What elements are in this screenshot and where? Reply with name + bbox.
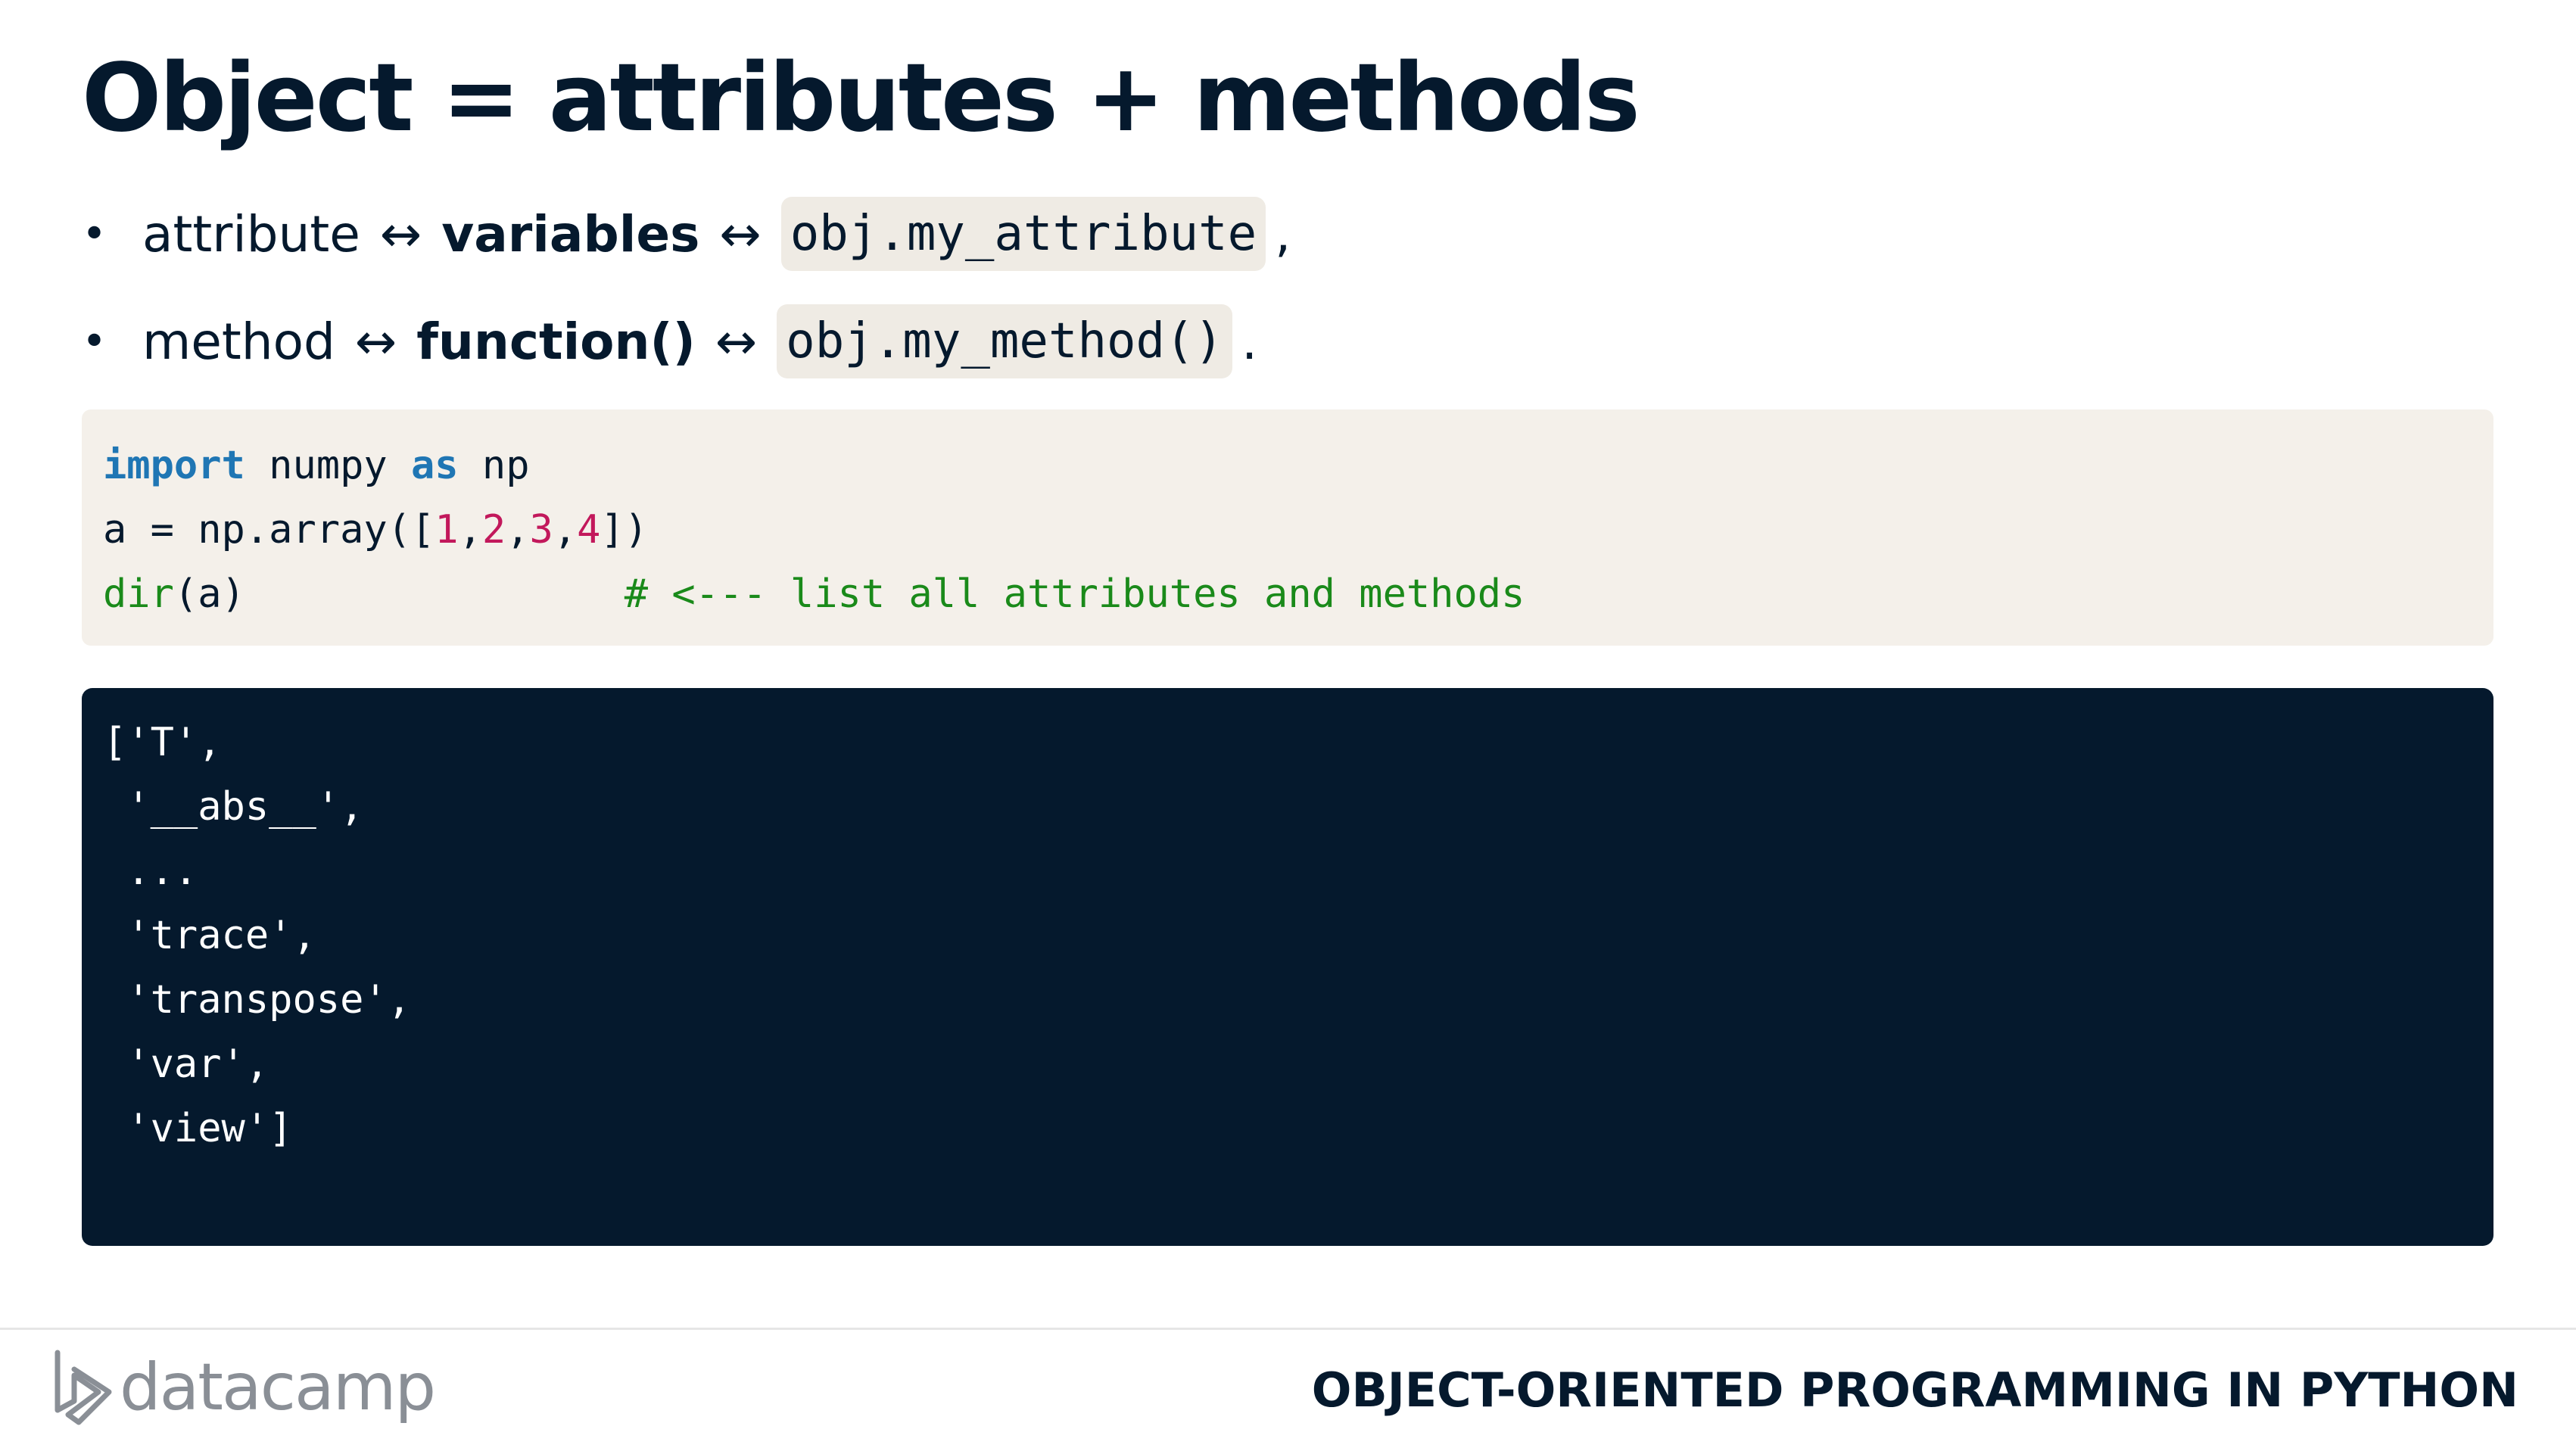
code-text: ,: [553, 507, 578, 553]
bullet-bold-term: function(): [416, 312, 696, 371]
bullet-term: method: [142, 312, 335, 371]
code-line: a = np.array([1,2,3,4]): [103, 498, 2472, 562]
code-comment: # <--- list all attributes and methods: [624, 571, 1525, 617]
datacamp-logo-icon: [55, 1350, 112, 1425]
bullet-attribute: • attribute ↔ variables ↔ obj.my_attribu…: [82, 192, 1291, 276]
output-line: 'trace',: [103, 913, 316, 958]
inline-code: obj.my_attribute: [780, 197, 1266, 271]
datacamp-logo: datacamp: [51, 1346, 436, 1429]
code-keyword: as: [411, 443, 459, 488]
code-text: numpy: [245, 443, 411, 488]
double-arrow-icon: ↔: [715, 312, 758, 371]
bullet-term: attribute: [142, 204, 360, 263]
output-line: 'view']: [103, 1106, 293, 1151]
logo-text: datacamp: [120, 1350, 436, 1425]
code-line: import numpy as np: [103, 434, 2472, 498]
output-line: 'var',: [103, 1042, 269, 1087]
output-line: ...: [103, 848, 198, 894]
code-text: np: [458, 443, 530, 488]
code-number: 3: [529, 507, 553, 553]
output-line: '__abs__',: [103, 784, 364, 830]
bullet-punctuation: ,: [1275, 204, 1291, 263]
bullet-dot: •: [82, 209, 107, 259]
bullet-dot: •: [82, 316, 107, 366]
code-text: ]): [600, 507, 649, 553]
footer-divider: [0, 1328, 2576, 1330]
inline-code: obj.my_method(): [777, 304, 1233, 378]
code-number: 2: [481, 507, 506, 553]
code-number: 4: [577, 507, 601, 553]
code-text: ,: [506, 507, 530, 553]
code-text: (a): [173, 571, 245, 617]
bullet-method: • method ↔ function() ↔ obj.my_method() …: [82, 300, 1257, 383]
code-padding: [245, 571, 625, 617]
output-line: 'transpose',: [103, 977, 411, 1023]
bullet-punctuation: .: [1241, 312, 1258, 371]
output-line: ['T',: [103, 720, 222, 765]
double-arrow-icon: ↔: [379, 204, 422, 263]
bullet-bold-term: variables: [441, 204, 700, 263]
code-builtin: dir: [103, 571, 174, 617]
code-text: a = np.array([: [103, 507, 435, 553]
double-arrow-icon: ↔: [719, 204, 762, 263]
code-input-block: import numpy as np a = np.array([1,2,3,4]…: [82, 409, 2493, 646]
code-number: 1: [435, 507, 459, 553]
double-arrow-icon: ↔: [354, 312, 397, 371]
course-title: OBJECT-ORIENTED PROGRAMMING IN PYTHON: [1311, 1362, 2518, 1418]
code-output-block: ['T', '__abs__', ... 'trace', 'transpose…: [82, 688, 2493, 1246]
slide-title: Object = attributes + methods: [82, 44, 1640, 153]
code-line: dir(a) # <--- list all attributes and me…: [103, 562, 2472, 627]
code-keyword: import: [103, 443, 245, 488]
code-text: ,: [458, 507, 482, 553]
